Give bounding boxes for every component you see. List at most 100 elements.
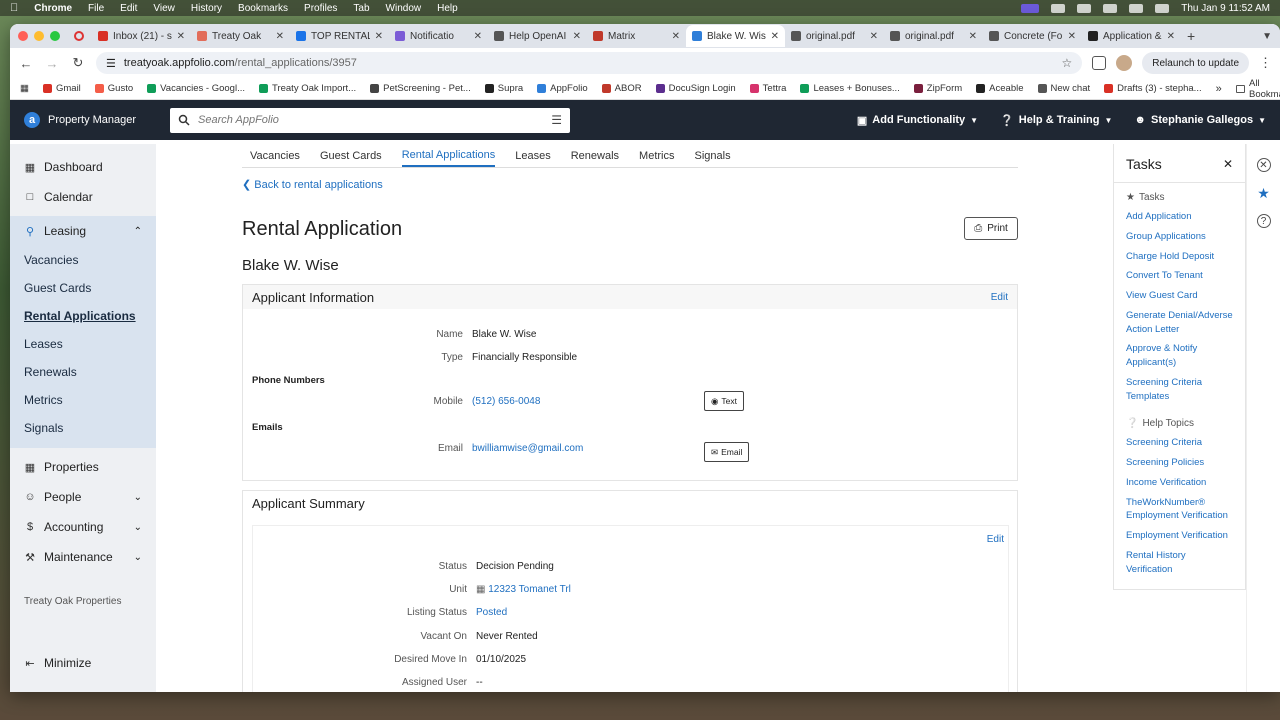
help-topic-link[interactable]: Screening Criteria	[1114, 433, 1245, 453]
mobile-phone-link[interactable]: (512) 656-0048	[472, 396, 540, 407]
browser-tab[interactable]: Concrete (Fou ✕	[983, 25, 1082, 47]
browser-tab[interactable]: Help OpenAI ✕	[488, 25, 587, 47]
menu-window[interactable]: Window	[386, 3, 422, 14]
profile-avatar[interactable]	[1116, 55, 1133, 71]
sidebar-item-maintenance[interactable]: ⚒ Maintenance ⌄	[10, 542, 156, 572]
task-link[interactable]: Approve & Notify Applicant(s)	[1114, 339, 1245, 373]
search-filter-icon[interactable]: ☰	[551, 113, 562, 127]
bookmark-item[interactable]: Vacancies - Googl...	[147, 83, 245, 94]
apps-grid-icon[interactable]: ▦	[20, 83, 29, 94]
minimize-window-button[interactable]	[34, 31, 44, 41]
address-bar[interactable]: ☰ treatyoak.appfolio.com/rental_applicat…	[96, 52, 1083, 74]
extensions-icon[interactable]	[1092, 56, 1107, 70]
user-menu[interactable]: ☻ Stephanie Gallegos ▼	[1134, 114, 1266, 126]
menu-help[interactable]: Help	[437, 3, 458, 14]
help-topic-link[interactable]: Employment Verification	[1114, 526, 1245, 546]
close-tab-icon[interactable]: ✕	[771, 31, 779, 42]
task-link[interactable]: Convert To Tenant	[1114, 266, 1245, 286]
site-info-icon[interactable]: ☰	[106, 57, 116, 70]
help-topic-link[interactable]: Income Verification	[1114, 473, 1245, 493]
menu-view[interactable]: View	[153, 3, 175, 14]
add-functionality-menu[interactable]: ▣ Add Functionality ▼	[857, 114, 978, 127]
task-link[interactable]: Generate Denial/Adverse Action Letter	[1114, 306, 1245, 340]
sidebar-item-rental-applications[interactable]: Rental Applications	[10, 302, 156, 330]
new-tab-icon[interactable]: +	[1187, 28, 1195, 44]
star-icon[interactable]: ★	[1257, 185, 1271, 201]
menu-profiles[interactable]: Profiles	[304, 3, 337, 14]
tab-leases[interactable]: Leases	[515, 146, 550, 166]
close-tab-icon[interactable]: ✕	[276, 31, 284, 42]
sidebar-item-signals[interactable]: Signals	[10, 414, 156, 442]
browser-tab[interactable]: Treaty Oak ✕	[191, 25, 290, 47]
app-search-input[interactable]	[198, 114, 544, 126]
browser-tab[interactable]: Notificatio ✕	[389, 25, 488, 47]
browser-menu-icon[interactable]: ⋮	[1259, 55, 1272, 71]
browser-tab[interactable]: original.pdf ✕	[785, 25, 884, 47]
battery-icon[interactable]	[1103, 3, 1118, 13]
bookmark-item[interactable]: Leases + Bonuses...	[800, 83, 900, 94]
bookmark-item[interactable]: Supra	[484, 83, 523, 94]
menu-bookmarks[interactable]: Bookmarks	[238, 3, 288, 14]
bluetooth-icon[interactable]	[1077, 3, 1092, 13]
close-tab-icon[interactable]: ✕	[1167, 31, 1175, 42]
browser-tab[interactable]: Blake W. Wise ✕	[686, 25, 785, 47]
print-button[interactable]: ⎙ Print	[964, 217, 1018, 240]
close-window-button[interactable]	[18, 31, 28, 41]
menu-file[interactable]: File	[88, 3, 104, 14]
sidebar-item-guest-cards[interactable]: Guest Cards	[10, 274, 156, 302]
bookmark-item[interactable]: PetScreening - Pet...	[370, 83, 471, 94]
browser-tab[interactable]: TOP RENTAL ✕	[290, 25, 389, 47]
browser-tab[interactable]: Matrix ✕	[587, 25, 686, 47]
close-tab-icon[interactable]: ✕	[573, 31, 581, 42]
listing-status-link[interactable]: Posted	[476, 607, 507, 618]
status-icon[interactable]	[1051, 3, 1066, 13]
forward-arrow-icon[interactable]: →	[44, 56, 60, 71]
close-tab-icon[interactable]: ✕	[474, 31, 482, 42]
tab-renewals[interactable]: Renewals	[571, 146, 619, 166]
close-icon[interactable]: ✕	[1223, 157, 1233, 171]
minimize-sidebar-button[interactable]: ⇤ Minimize	[10, 648, 105, 678]
menu-tab[interactable]: Tab	[353, 3, 369, 14]
sidebar-item-renewals[interactable]: Renewals	[10, 358, 156, 386]
tab-search-icon[interactable]: ▼	[1262, 31, 1272, 42]
bookmark-item[interactable]: Treaty Oak Import...	[259, 83, 356, 94]
bookmark-item[interactable]: ZipForm	[913, 83, 962, 94]
bookmark-item[interactable]: Gusto	[94, 83, 133, 94]
task-link[interactable]: Group Applications	[1114, 227, 1245, 247]
tab-guest-cards[interactable]: Guest Cards	[320, 146, 382, 166]
sidebar-item-leases[interactable]: Leases	[10, 330, 156, 358]
task-link[interactable]: Charge Hold Deposit	[1114, 247, 1245, 267]
menu-history[interactable]: History	[191, 3, 222, 14]
more-bookmarks-icon[interactable]: »	[1216, 83, 1222, 95]
tab-rental-applications[interactable]: Rental Applications	[401, 145, 496, 167]
bookmark-item[interactable]: Tettra	[749, 83, 786, 94]
email-address-link[interactable]: bwilliamwise@gmail.com	[472, 443, 583, 454]
sidebar-item-vacancies[interactable]: Vacancies	[10, 246, 156, 274]
help-topic-link[interactable]: Rental History Verification	[1114, 546, 1245, 580]
task-link[interactable]: Add Application	[1114, 207, 1245, 227]
unit-link[interactable]: ▦ 12323 Tomanet Trl	[476, 584, 571, 595]
sidebar-item-dashboard[interactable]: ▦ Dashboard	[10, 152, 156, 182]
zoom-window-button[interactable]	[50, 31, 60, 41]
sidebar-item-calendar[interactable]: □ Calendar	[10, 182, 156, 212]
bookmark-item[interactable]: DocuSign Login	[655, 83, 736, 94]
bookmark-item[interactable]: New chat	[1037, 83, 1090, 94]
bookmark-item[interactable]: AppFolio	[537, 83, 588, 94]
tab-metrics[interactable]: Metrics	[639, 146, 674, 166]
close-tab-icon[interactable]: ✕	[375, 31, 383, 42]
close-tab-icon[interactable]: ✕	[1068, 31, 1076, 42]
apple-icon[interactable]: 	[10, 2, 18, 14]
close-tab-icon[interactable]: ✕	[672, 31, 680, 42]
sidebar-item-metrics[interactable]: Metrics	[10, 386, 156, 414]
sidebar-item-leasing[interactable]: ⚲ Leasing ⌃	[10, 216, 156, 246]
bookmark-item[interactable]: Gmail	[42, 83, 81, 94]
bookmark-item[interactable]: Drafts (3) - stepha...	[1104, 83, 1202, 94]
task-link[interactable]: View Guest Card	[1114, 286, 1245, 306]
close-panel-icon[interactable]: ✕	[1256, 158, 1271, 172]
browser-tab[interactable]: Inbox (21) - st ✕	[92, 25, 191, 47]
back-to-applications-link[interactable]: ❮ Back to rental applications	[242, 178, 383, 191]
all-bookmarks-button[interactable]: All Bookmarks	[1235, 78, 1280, 100]
screen-record-icon[interactable]	[1021, 3, 1040, 13]
help-training-menu[interactable]: ❔ Help & Training ▼	[1000, 114, 1112, 127]
edit-applicant-info-link[interactable]: Edit	[991, 292, 1008, 303]
